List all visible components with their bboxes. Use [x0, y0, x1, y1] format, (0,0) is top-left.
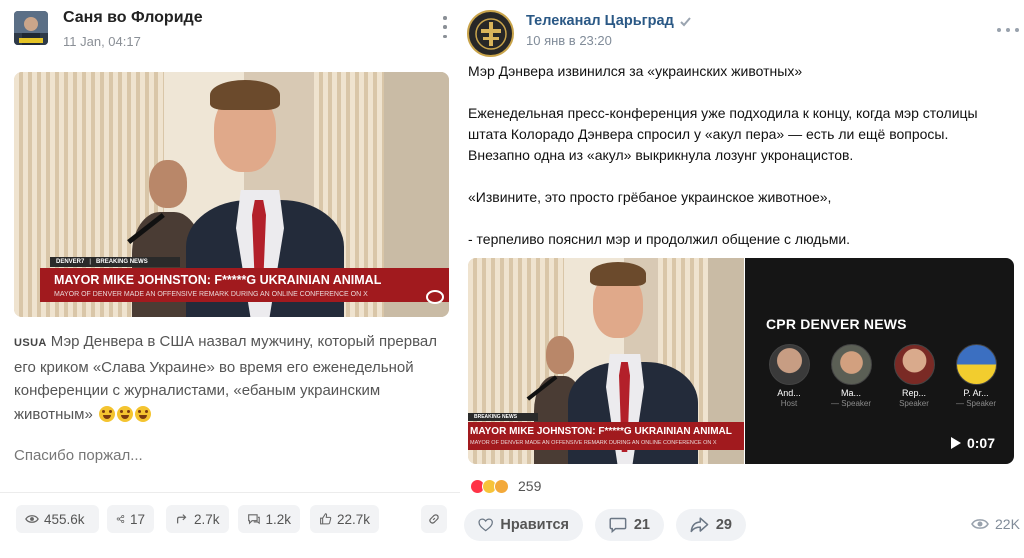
eye-icon: [25, 515, 39, 523]
views-counter: 22K: [971, 516, 1020, 532]
comment-icon: [248, 514, 260, 525]
like-button[interactable]: 22.7k: [310, 505, 379, 533]
shares-count: 17: [129, 511, 145, 527]
reposts-count: 2.7k: [194, 511, 220, 527]
breaking-label: BREAKING NEWS: [474, 414, 518, 420]
share-button[interactable]: 17: [107, 505, 154, 533]
more-options-icon[interactable]: [997, 28, 1019, 34]
post-paragraph: - терпеливо пояснил мэр и продолжил обще…: [468, 231, 851, 247]
more-options-icon[interactable]: [440, 16, 450, 38]
right-post: Телеканал Царьград 10 янв в 23:20 Мэр Дэ…: [460, 0, 1024, 558]
post-paragraph: «Извините, это просто грёбаное украинско…: [468, 189, 832, 205]
laughing-emoji-icon: [99, 405, 115, 422]
shares-count: 29: [715, 517, 732, 533]
speaker-name: Rep...: [901, 388, 926, 398]
post-date[interactable]: 11 Jan, 04:17: [63, 34, 141, 49]
speaker-name: P. Ar...: [963, 388, 989, 398]
channel-name-link[interactable]: Телеканал Царьград: [526, 13, 692, 29]
share-arrow-icon: [690, 517, 709, 533]
share-button[interactable]: 29: [676, 509, 746, 541]
video-title: CPR DENVER NEWS: [766, 316, 907, 332]
speaker-avatar: [768, 344, 810, 385]
views-counter[interactable]: 455.6k: [16, 505, 99, 533]
reactions-summary[interactable]: 259: [470, 478, 541, 494]
speaker-avatar: [830, 344, 872, 385]
post-text: USUA Мэр Денвера в США назвал мужчину, ко…: [14, 330, 444, 426]
like-label: Нравится: [500, 517, 569, 533]
eye-icon: [971, 519, 989, 529]
orthodox-cross-logo-icon: [474, 17, 507, 50]
post-image[interactable]: DENVER7 | BREAKING NEWS MAYOR MIKE JOHNS…: [14, 72, 449, 317]
laughing-emoji-icon: [135, 405, 151, 422]
overlay-subline: MAYOR OF DENVER MADE AN OFFENSIVE REMARK…: [54, 291, 368, 298]
channel-name: Телеканал Царьград: [526, 13, 674, 29]
speaker-role: — Speaker: [830, 399, 872, 408]
breaking-label: BREAKING NEWS: [96, 259, 148, 265]
views-count: 22K: [995, 516, 1020, 532]
link-icon: [429, 514, 439, 524]
overlay-headline: MAYOR MIKE JOHNSTON: F*****G UKRAINIAN A…: [54, 273, 382, 287]
speaker-avatar: [955, 344, 997, 385]
video-player[interactable]: CPR DENVER NEWS And... Host Ma... — Spea…: [745, 258, 1014, 464]
speaker-name: And...: [777, 388, 801, 398]
speaker-item: And... Host: [767, 344, 811, 408]
left-post: Саня во Флориде 11 Jan, 04:17 DENVER7 | …: [0, 0, 460, 558]
comments-count: 1.2k: [265, 511, 291, 527]
channel-avatar[interactable]: [467, 10, 514, 57]
overlay-headline: MAYOR MIKE JOHNSTON: F*****G UKRAINIAN A…: [470, 426, 732, 437]
author-avatar[interactable]: [14, 11, 48, 45]
speaker-role: Speaker: [899, 399, 929, 408]
author-name[interactable]: Саня во Флориде: [63, 9, 203, 27]
play-icon: [950, 437, 961, 449]
heart-icon: [478, 518, 493, 532]
post-image[interactable]: BREAKING NEWS MAYOR MIKE JOHNSTON: F****…: [468, 258, 744, 464]
surprised-reaction-icon: [494, 478, 509, 494]
comments-count: 21: [633, 517, 650, 533]
post-text-secondary: Спасибо поржал...: [14, 447, 143, 464]
speaker-avatar: [893, 344, 935, 385]
text-tag: USUA: [14, 337, 47, 349]
speaker-name: Ma...: [840, 388, 861, 398]
reactions-count: 259: [518, 478, 542, 494]
post-date[interactable]: 10 янв в 23:20: [526, 33, 612, 48]
overlay-subline: MAYOR OF DENVER MADE AN OFFENSIVE REMARK…: [470, 440, 717, 446]
comments-button[interactable]: 1.2k: [238, 505, 300, 533]
verified-check-icon: [680, 16, 691, 26]
share-icon: [116, 514, 125, 524]
like-button[interactable]: Нравится: [464, 509, 583, 541]
repost-button[interactable]: 2.7k: [166, 505, 229, 533]
laughing-emoji-icon: [117, 405, 133, 422]
speaker-role: — Speaker: [955, 399, 997, 408]
comments-button[interactable]: 21: [595, 509, 664, 541]
views-count: 455.6k: [44, 511, 85, 527]
divider: [0, 492, 460, 493]
copy-link-button[interactable]: [421, 505, 447, 533]
comment-icon: [609, 517, 627, 534]
speaker-item: Rep... Speaker: [892, 344, 936, 408]
repost-arrow-icon: [177, 514, 187, 524]
thumbs-up-icon: [320, 513, 332, 525]
channel-label: DENVER7: [56, 259, 85, 265]
duration-text: 0:07: [966, 435, 995, 451]
video-duration[interactable]: 0:07: [950, 435, 995, 451]
speaker-item: Ma... — Speaker: [829, 344, 873, 408]
post-paragraph: Мэр Дэнвера извинился за «украинских жив…: [468, 63, 803, 79]
likes-count: 22.7k: [336, 511, 370, 527]
post-paragraph: Еженедельная пресс-конференция уже подхо…: [468, 105, 978, 163]
post-text: Мэр Дэнвера извинился за «украинских жив…: [468, 61, 1008, 271]
post-body: Мэр Денвера в США назвал мужчину, которы…: [14, 333, 438, 423]
reaction-icons: [470, 478, 509, 494]
speaker-item: P. Ar... — Speaker: [954, 344, 998, 408]
speaker-role: Host: [780, 399, 798, 408]
